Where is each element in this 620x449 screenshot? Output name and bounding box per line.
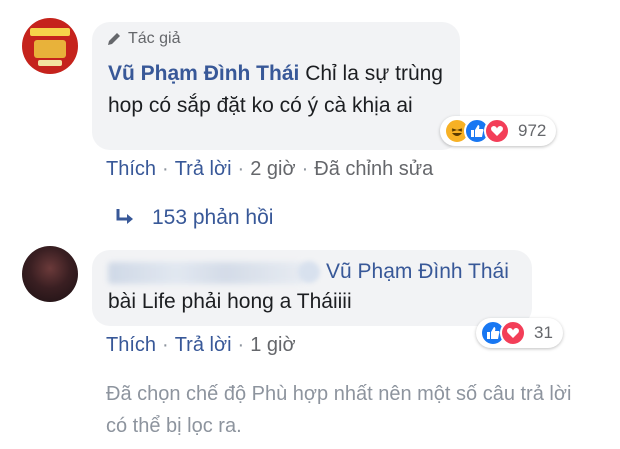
- reaction-summary[interactable]: 972: [440, 116, 557, 146]
- comment-timestamp[interactable]: 1 giờ: [250, 334, 295, 357]
- replies-count-label: 153 phản hồi: [152, 206, 274, 229]
- commenter-avatar[interactable]: [22, 246, 78, 302]
- comment-text: Vũ Phạm Đình Thái Chỉ la sự trùng hop có…: [108, 58, 448, 122]
- avatar-logo-band: [30, 28, 70, 36]
- reply-arrow-icon: [116, 209, 133, 224]
- like-link[interactable]: Thích: [106, 158, 156, 181]
- author-avatar[interactable]: [22, 18, 78, 74]
- avatar-logo-center: [34, 40, 66, 58]
- edited-label[interactable]: Đã chỉnh sửa: [314, 158, 433, 181]
- comment-actions: Thích · Trả lời · 2 giờ · Đã chỉnh sửa: [106, 158, 433, 181]
- separator-dot: ·: [162, 334, 169, 356]
- comment-actions: Thích · Trả lời · 1 giờ: [106, 334, 296, 357]
- author-badge: Tác giả: [106, 30, 180, 48]
- reply-link[interactable]: Trả lời: [175, 158, 232, 181]
- pencil-icon: [108, 33, 120, 45]
- reaction-summary[interactable]: 31: [476, 318, 563, 348]
- love-icon: [500, 320, 526, 346]
- separator-dot: ·: [237, 334, 245, 356]
- reaction-count: 31: [534, 323, 553, 342]
- separator-dot: ·: [162, 158, 169, 180]
- tagged-user[interactable]: Vũ Phạm Đình Thái: [298, 260, 509, 284]
- separator-dot: ·: [301, 158, 309, 180]
- separator-dot: ·: [237, 158, 245, 180]
- reply-link[interactable]: Trả lời: [175, 334, 232, 357]
- reaction-count: 972: [518, 121, 547, 140]
- author-badge-label: Tác giả: [128, 30, 181, 47]
- blurred-tag-avatar: [298, 261, 320, 283]
- view-replies-link[interactable]: 153 phản hồi: [114, 206, 273, 230]
- blurred-commenter-name[interactable]: [108, 262, 304, 284]
- comment-author-name[interactable]: Vũ Phạm Đình Thái: [108, 62, 299, 85]
- like-link[interactable]: Thích: [106, 334, 156, 357]
- avatar-logo-base: [38, 60, 62, 66]
- comment-body: bài Life phải hong a Tháiiii: [108, 290, 352, 313]
- filter-notice: Đã chọn chế độ Phù hợp nhất nên một số c…: [106, 383, 572, 437]
- love-icon: [484, 118, 510, 144]
- comment-timestamp[interactable]: 2 giờ: [250, 158, 295, 181]
- tagged-user-name: Vũ Phạm Đình Thái: [326, 260, 509, 283]
